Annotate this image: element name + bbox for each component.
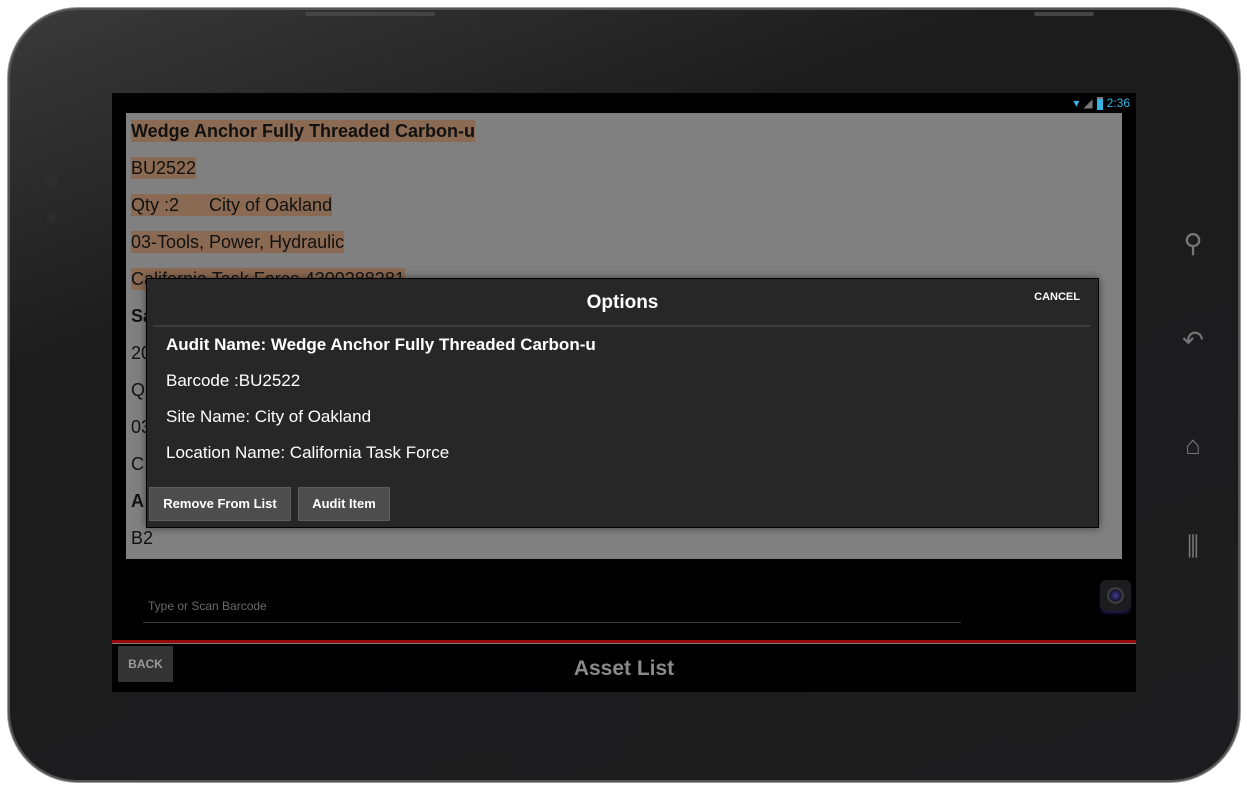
camera-scan-button[interactable] xyxy=(1100,580,1131,611)
dialog-title: Options xyxy=(586,292,659,313)
clock: 2:36 xyxy=(1106,96,1130,110)
audit-name: Audit Name: Wedge Anchor Fully Threaded … xyxy=(166,335,596,354)
asset-category[interactable]: 03-Tools, Power, Hydraulic xyxy=(131,231,345,253)
list-item[interactable]: B2 xyxy=(131,527,153,549)
sensor xyxy=(47,214,57,224)
location-name: Location Name: California Task Force xyxy=(166,443,450,462)
status-bar: ▾ ◢ 2:36 xyxy=(1073,95,1130,111)
wifi-icon: ▾ xyxy=(1073,96,1080,110)
search-icon[interactable]: ⚲ xyxy=(1178,228,1208,258)
battery-icon xyxy=(1096,96,1103,110)
back-icon[interactable]: ↶ xyxy=(1178,325,1208,355)
list-item[interactable]: C xyxy=(131,453,144,475)
power-button xyxy=(1034,12,1094,16)
audit-item-button[interactable]: Audit Item xyxy=(298,487,390,521)
site-name: Site Name: City of Oakland xyxy=(166,407,372,426)
cancel-button[interactable]: CANCEL xyxy=(1034,291,1080,303)
asset-barcode[interactable]: BU2522 xyxy=(131,157,197,179)
front-camera xyxy=(43,174,59,190)
barcode-input[interactable]: Type or Scan Barcode xyxy=(143,589,961,623)
options-dialog: Options CANCEL Audit Name: Wedge Anchor … xyxy=(146,278,1099,528)
volume-button xyxy=(305,12,435,16)
list-item[interactable]: Q xyxy=(131,379,145,401)
asset-qty-site[interactable]: Qty :2 City of Oakland xyxy=(131,194,333,216)
barcode-text: Barcode :BU2522 xyxy=(166,371,301,390)
screen: ▾ ◢ 2:36 Wedge Anchor Fully Threaded Car… xyxy=(112,93,1136,692)
home-icon[interactable]: ⌂ xyxy=(1178,430,1208,460)
remove-from-list-button[interactable]: Remove From List xyxy=(149,487,291,521)
asset-name[interactable]: Wedge Anchor Fully Threaded Carbon-u xyxy=(131,120,476,142)
camera-icon xyxy=(1107,587,1124,604)
list-item[interactable]: A xyxy=(131,490,144,512)
footer-divider xyxy=(112,640,1136,644)
signal-icon: ◢ xyxy=(1083,96,1093,110)
page-title: Asset List xyxy=(573,657,675,680)
menu-icon[interactable]: ⫼ xyxy=(1178,531,1208,561)
divider xyxy=(153,325,1090,327)
